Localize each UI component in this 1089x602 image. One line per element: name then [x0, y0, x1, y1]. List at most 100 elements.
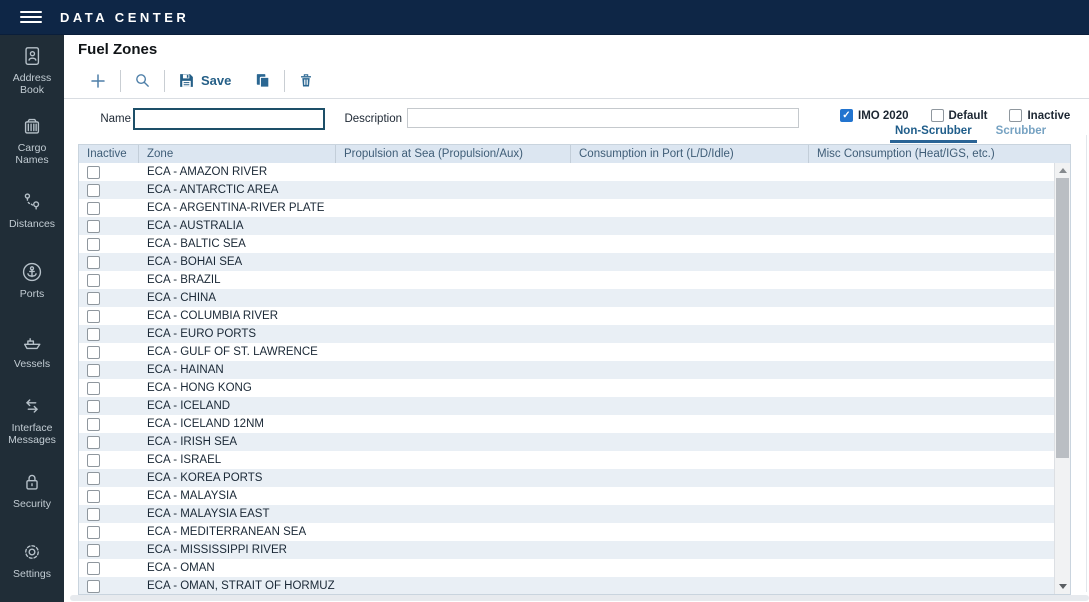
table-row[interactable]: ECA - BRAZIL — [79, 271, 1054, 289]
row-zone-cell[interactable]: ECA - COLUMBIA RIVER — [139, 310, 278, 322]
sidebar-item-distances[interactable]: Distances — [0, 175, 64, 245]
table-row[interactable]: ECA - ISRAEL — [79, 451, 1054, 469]
table-row[interactable]: ECA - ARGENTINA-RIVER PLATE — [79, 199, 1054, 217]
row-checkbox[interactable] — [87, 382, 100, 395]
row-checkbox[interactable] — [87, 364, 100, 377]
row-checkbox[interactable] — [87, 472, 100, 485]
table-row[interactable]: ECA - ICELAND — [79, 397, 1054, 415]
row-checkbox[interactable] — [87, 454, 100, 467]
row-zone-cell[interactable]: ECA - MALAYSIA EAST — [139, 508, 270, 520]
column-header-zone[interactable]: Zone — [139, 145, 336, 163]
delete-button[interactable] — [298, 72, 314, 89]
row-checkbox[interactable] — [87, 292, 100, 305]
filter-checkbox-inactive[interactable]: Inactive — [1009, 109, 1070, 122]
search-button[interactable] — [134, 72, 151, 89]
row-checkbox[interactable] — [87, 184, 100, 197]
row-checkbox[interactable] — [87, 508, 100, 521]
row-zone-cell[interactable]: ECA - AUSTRALIA — [139, 220, 244, 232]
row-zone-cell[interactable]: ECA - ISRAEL — [139, 454, 221, 466]
table-row[interactable]: ECA - OMAN, STRAIT OF HORMUZ — [79, 577, 1054, 594]
add-button[interactable] — [89, 72, 107, 90]
row-zone-cell[interactable]: ECA - HONG KONG — [139, 382, 252, 394]
sidebar-item-vessels[interactable]: Vessels — [0, 315, 64, 385]
menu-icon[interactable] — [20, 8, 42, 26]
row-zone-cell[interactable]: ECA - MISSISSIPPI RIVER — [139, 544, 287, 556]
table-row[interactable]: ECA - COLUMBIA RIVER — [79, 307, 1054, 325]
table-row[interactable]: ECA - MISSISSIPPI RIVER — [79, 541, 1054, 559]
copy-button[interactable] — [254, 72, 271, 89]
table-row[interactable]: ECA - AUSTRALIA — [79, 217, 1054, 235]
table-row[interactable]: ECA - IRISH SEA — [79, 433, 1054, 451]
row-checkbox[interactable] — [87, 310, 100, 323]
row-checkbox[interactable] — [87, 256, 100, 269]
checkbox-icon[interactable] — [840, 109, 853, 122]
row-zone-cell[interactable]: ECA - KOREA PORTS — [139, 472, 262, 484]
row-zone-cell[interactable]: ECA - ICELAND — [139, 400, 230, 412]
table-row[interactable]: ECA - GULF OF ST. LAWRENCE — [79, 343, 1054, 361]
checkbox-icon[interactable] — [1009, 109, 1022, 122]
table-row[interactable]: ECA - HAINAN — [79, 361, 1054, 379]
row-checkbox[interactable] — [87, 328, 100, 341]
row-zone-cell[interactable]: ECA - EURO PORTS — [139, 328, 256, 340]
row-zone-cell[interactable]: ECA - OMAN, STRAIT OF HORMUZ — [139, 580, 335, 592]
table-row[interactable]: ECA - MALAYSIA — [79, 487, 1054, 505]
table-row[interactable]: ECA - OMAN — [79, 559, 1054, 577]
row-checkbox[interactable] — [87, 166, 100, 179]
sidebar-item-interface-messages[interactable]: Interface Messages — [0, 385, 64, 455]
sidebar-item-security[interactable]: Security — [0, 455, 64, 525]
row-checkbox[interactable] — [87, 346, 100, 359]
scroll-down-icon[interactable] — [1055, 579, 1070, 594]
scrollbar-thumb[interactable] — [1056, 178, 1069, 458]
row-zone-cell[interactable]: ECA - OMAN — [139, 562, 215, 574]
sidebar-item-cargo-names[interactable]: Cargo Names — [0, 105, 64, 175]
table-row[interactable]: ECA - AMAZON RIVER — [79, 163, 1054, 181]
column-header-inactive[interactable]: Inactive — [79, 145, 139, 163]
table-row[interactable]: ECA - BOHAI SEA — [79, 253, 1054, 271]
row-checkbox[interactable] — [87, 580, 100, 593]
row-checkbox[interactable] — [87, 526, 100, 539]
row-zone-cell[interactable]: ECA - IRISH SEA — [139, 436, 237, 448]
checkbox-icon[interactable] — [931, 109, 944, 122]
sidebar-item-address-book[interactable]: Address Book — [0, 35, 64, 105]
row-checkbox[interactable] — [87, 436, 100, 449]
table-row[interactable]: ECA - CHINA — [79, 289, 1054, 307]
table-row[interactable]: ECA - BALTIC SEA — [79, 235, 1054, 253]
row-zone-cell[interactable]: ECA - AMAZON RIVER — [139, 166, 267, 178]
row-checkbox[interactable] — [87, 202, 100, 215]
row-checkbox[interactable] — [87, 418, 100, 431]
table-row[interactable]: ECA - MEDITERRANEAN SEA — [79, 523, 1054, 541]
name-input[interactable] — [133, 108, 325, 130]
column-header-propulsion[interactable]: Propulsion at Sea (Propulsion/Aux) — [336, 145, 571, 163]
table-row[interactable]: ECA - EURO PORTS — [79, 325, 1054, 343]
row-checkbox[interactable] — [87, 274, 100, 287]
column-header-misc[interactable]: Misc Consumption (Heat/IGS, etc.) — [809, 145, 1054, 163]
scroll-up-icon[interactable] — [1055, 163, 1070, 178]
row-checkbox[interactable] — [87, 400, 100, 413]
row-zone-cell[interactable]: ECA - CHINA — [139, 292, 216, 304]
table-row[interactable]: ECA - ANTARCTIC AREA — [79, 181, 1054, 199]
filter-checkbox-default[interactable]: Default — [931, 109, 988, 122]
row-zone-cell[interactable]: ECA - HAINAN — [139, 364, 224, 376]
row-checkbox[interactable] — [87, 490, 100, 503]
row-zone-cell[interactable]: ECA - GULF OF ST. LAWRENCE — [139, 346, 318, 358]
tab-scrubber[interactable]: Scrubber — [991, 125, 1052, 143]
sidebar-item-ports[interactable]: Ports — [0, 245, 64, 315]
tab-non-scrubber[interactable]: Non-Scrubber — [890, 125, 977, 143]
row-zone-cell[interactable]: ECA - ANTARCTIC AREA — [139, 184, 278, 196]
description-input[interactable] — [407, 108, 799, 128]
row-zone-cell[interactable]: ECA - MALAYSIA — [139, 490, 237, 502]
row-checkbox[interactable] — [87, 220, 100, 233]
row-zone-cell[interactable]: ECA - ARGENTINA-RIVER PLATE — [139, 202, 324, 214]
row-zone-cell[interactable]: ECA - BALTIC SEA — [139, 238, 246, 250]
table-row[interactable]: ECA - ICELAND 12NM — [79, 415, 1054, 433]
filter-checkbox-imo-2020[interactable]: IMO 2020 — [840, 109, 909, 122]
row-zone-cell[interactable]: ECA - MEDITERRANEAN SEA — [139, 526, 306, 538]
sidebar-item-settings[interactable]: Settings — [0, 525, 64, 595]
row-zone-cell[interactable]: ECA - BOHAI SEA — [139, 256, 242, 268]
table-row[interactable]: ECA - MALAYSIA EAST — [79, 505, 1054, 523]
row-zone-cell[interactable]: ECA - ICELAND 12NM — [139, 418, 264, 430]
row-checkbox[interactable] — [87, 562, 100, 575]
row-checkbox[interactable] — [87, 238, 100, 251]
table-row[interactable]: ECA - HONG KONG — [79, 379, 1054, 397]
column-header-consumption[interactable]: Consumption in Port (L/D/Idle) — [571, 145, 809, 163]
